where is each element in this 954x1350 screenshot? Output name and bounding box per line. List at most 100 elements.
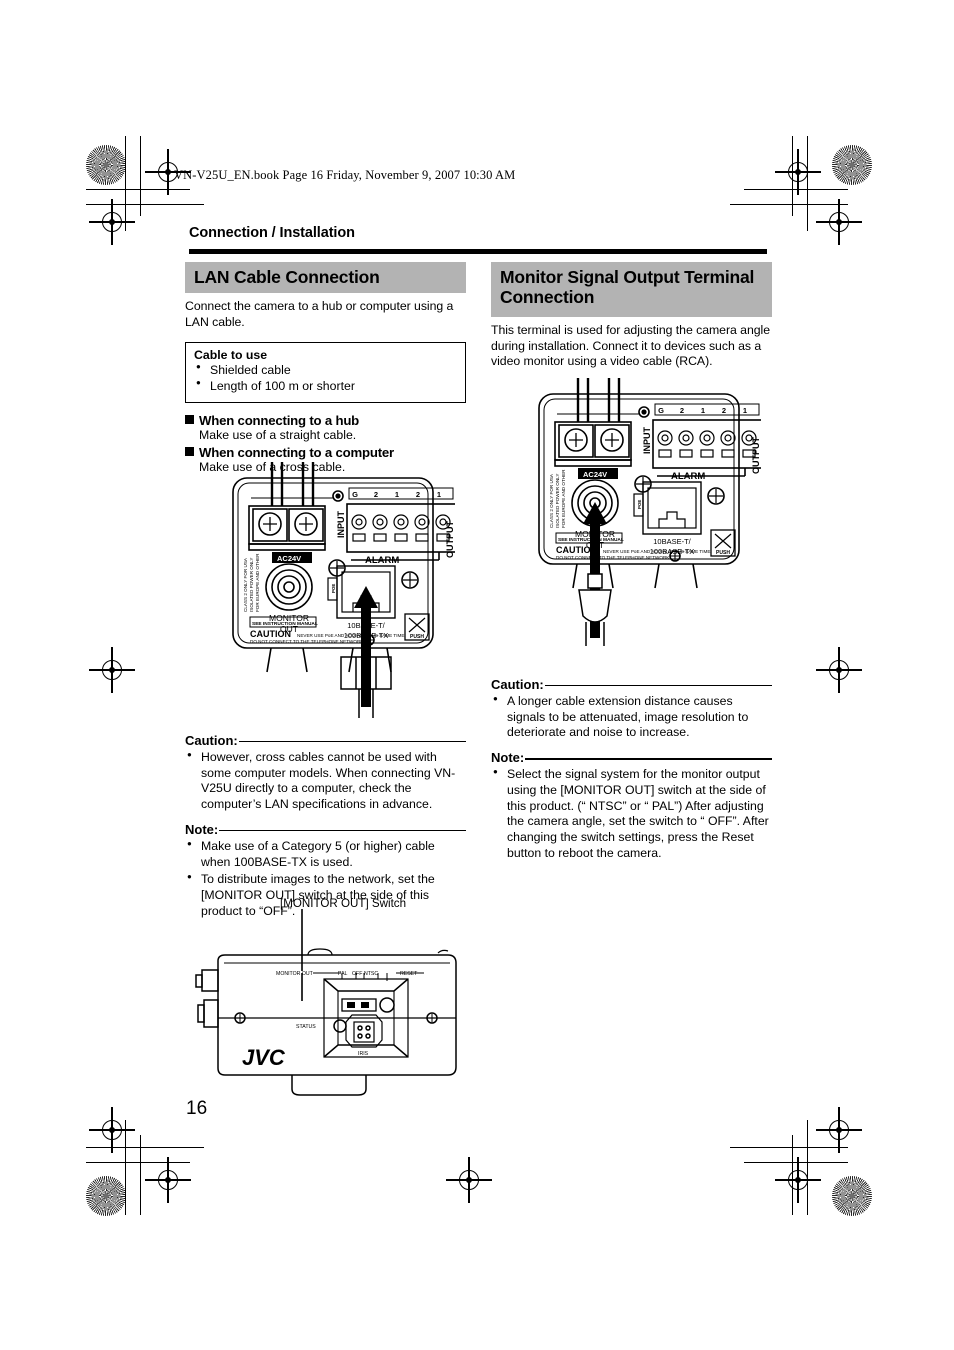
registration-mark-right-lower [816, 1107, 862, 1153]
alarm-label: ALARM [365, 555, 399, 566]
right-caution-heading: Caution: [491, 677, 772, 692]
crop-line-tl-h [86, 189, 190, 191]
crop-line-tl-v [125, 136, 127, 231]
svg-text:ISOLATED POWER ONLY: ISOLATED POWER ONLY [555, 474, 560, 528]
cable-box-item: Length of 100 m or shorter [194, 378, 457, 395]
manual-note: SEE INSTRUCTION MANUAL [252, 621, 318, 627]
registration-mark-bottom-right [775, 1157, 821, 1203]
running-head: VN-V25U_EN.book Page 16 Friday, November… [174, 168, 516, 182]
right-note-heading: Note: [491, 750, 772, 765]
registration-mark-right-mid [816, 647, 862, 693]
svg-text:DO NOT CONNECT TO THE TELEPHON: DO NOT CONNECT TO THE TELEPHONE NETWORK [250, 639, 364, 644]
svg-text:2: 2 [374, 490, 378, 499]
input-label: INPUT [336, 510, 346, 538]
svg-text:1: 1 [701, 406, 705, 415]
camera-side-view-figure: MONITOR OUT PAL OFF NTSC RESET STATUS IR… [180, 905, 480, 1100]
monitor-rear-panel-figure: INPUT OUTPUT ALARM AC24V G21 21 MONITOR … [531, 378, 764, 658]
right-caution-item: A longer cable extension distance causes… [491, 694, 772, 741]
reset-label: RESET [400, 971, 418, 977]
svg-text:CLASS 2 ONLY FOR USA: CLASS 2 ONLY FOR USA [549, 473, 554, 528]
crop-line-br-h [744, 1162, 848, 1164]
crop-line-bl-h2 [86, 1147, 204, 1149]
svg-text:OUTPUT: OUTPUT [751, 437, 761, 475]
registration-sunburst-top-left [86, 145, 126, 185]
registration-sunburst-top-right [832, 145, 872, 185]
svg-text:AC24V: AC24V [583, 470, 607, 479]
subsection-heading-hub: When connecting to a hub [185, 413, 466, 428]
right-column-notes: Caution: A longer cable extension distan… [491, 668, 772, 862]
svg-text:2: 2 [722, 406, 726, 415]
crop-line-tl-h2 [86, 204, 204, 206]
left-note-item: Make use of a Category 5 (or higher) cab… [185, 839, 466, 870]
crop-line-bl-v2 [140, 1135, 142, 1215]
lan-cable-banner: LAN Cable Connection [185, 262, 466, 294]
right-column: Monitor Signal Output Terminal Connectio… [491, 262, 772, 370]
registration-sunburst-bottom-right [832, 1176, 872, 1216]
registration-mark-bottom-left [145, 1157, 191, 1203]
svg-text:NEVER USE PoE AND AC 24V AT TH: NEVER USE PoE AND AC 24V AT THE SAME TIM… [603, 549, 710, 554]
svg-text:2: 2 [680, 406, 684, 415]
cable-box-item: Shielded cable [194, 362, 457, 379]
svg-text:2: 2 [416, 490, 420, 499]
svg-text:1: 1 [395, 490, 399, 499]
right-note-item: Select the signal system for the monitor… [491, 767, 772, 861]
svg-text:G: G [352, 490, 358, 499]
lan-intro-text: Connect the camera to a hub or computer … [185, 299, 454, 330]
off-label: OFF [352, 971, 362, 977]
crop-line-br-h2 [730, 1147, 848, 1149]
subsection-text-hub: Make use of a straight cable. [199, 427, 357, 442]
subsection-heading-computer: When connecting to a computer [185, 445, 466, 460]
svg-text:PUSH: PUSH [716, 550, 730, 556]
svg-text:POE: POE [637, 500, 642, 509]
registration-mark-bottom-center [446, 1157, 492, 1203]
crop-line-tr-h2 [730, 204, 848, 206]
crop-line-bl-v [125, 1120, 127, 1215]
cable-box-title: Cable to use [194, 347, 268, 362]
left-column-notes: Caution: However, cross cables cannot be… [185, 724, 466, 920]
crop-line-tr-h [744, 189, 848, 191]
left-caution-item: However, cross cables cannot be used wit… [185, 750, 466, 813]
left-note-heading: Note: [185, 822, 466, 837]
svg-text:1: 1 [743, 406, 747, 415]
svg-text:FOR EUROPE AND OTHER: FOR EUROPE AND OTHER [255, 553, 260, 612]
crop-line-bl-h [86, 1162, 190, 1164]
ntsc-label: NTSC [364, 971, 378, 977]
registration-sunburst-bottom-left [86, 1176, 126, 1216]
manual-page: VN-V25U_EN.book Page 16 Friday, November… [0, 0, 954, 1350]
monitor-intro-text: This terminal is used for adjusting the … [491, 323, 771, 369]
registration-mark-left-mid [89, 647, 135, 693]
square-bullet-icon [185, 414, 194, 424]
poe-label: POE [331, 584, 336, 593]
cable-to-use-box: Cable to use Shielded cable Length of 10… [185, 341, 466, 403]
registration-mark-right-upper [816, 199, 862, 245]
svg-text:ALARM: ALARM [671, 471, 705, 482]
pal-label: PAL [338, 971, 348, 977]
push-label: PUSH [410, 634, 424, 640]
svg-text:INPUT: INPUT [642, 426, 652, 454]
svg-text:NEVER USE PoE AND AC 24V AT TH: NEVER USE PoE AND AC 24V AT THE SAME TIM… [297, 633, 404, 638]
square-bullet-icon [185, 447, 194, 457]
left-column: LAN Cable Connection Connect the camera … [185, 262, 466, 476]
lan-rear-panel-figure: INPUT OUTPUT ALARM AC24V G21 21 MONITOR … [225, 462, 458, 722]
jvc-logo: JVC [242, 1045, 286, 1070]
crop-line-br-v [807, 1120, 809, 1215]
svg-text:DO NOT CONNECT TO THE TELEPHON: DO NOT CONNECT TO THE TELEPHONE NETWORK [556, 555, 670, 560]
svg-text:10BASE-T/: 10BASE-T/ [653, 537, 691, 546]
svg-text:ISOLATED POWER ONLY: ISOLATED POWER ONLY [249, 558, 254, 612]
section-title: Connection / Installation [189, 225, 355, 241]
rear-panel-svg-right: INPUT OUTPUT ALARM AC24V G21 21 MONITOR … [538, 378, 764, 646]
crop-line-br-v2 [792, 1135, 794, 1215]
registration-mark-top-right [775, 149, 821, 195]
crop-line-tl-v2 [140, 136, 142, 216]
output-label: OUTPUT [445, 521, 455, 559]
crop-line-tr-v [807, 136, 809, 231]
page-number: 16 [186, 1098, 208, 1119]
class2-label: CLASS 2 ONLY FOR USA [243, 557, 248, 612]
registration-mark-left-upper [89, 199, 135, 245]
svg-text:G: G [658, 406, 664, 415]
monitor-signal-banner: Monitor Signal Output Terminal Connectio… [491, 262, 772, 317]
crop-line-tr-v2 [792, 136, 794, 216]
status-label: STATUS [296, 1024, 316, 1030]
registration-mark-left-lower [89, 1107, 135, 1153]
svg-text:1: 1 [437, 490, 441, 499]
